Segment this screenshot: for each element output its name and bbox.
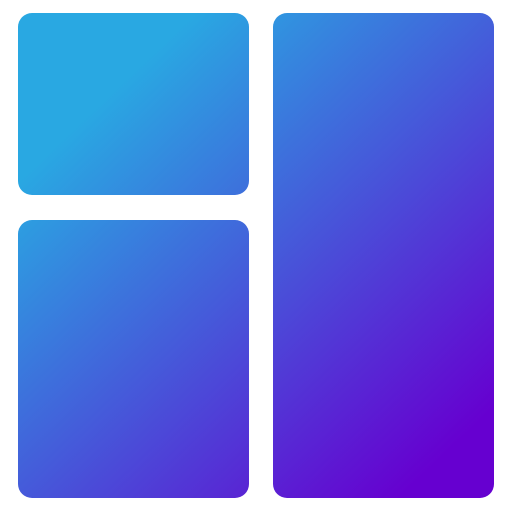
icon-canvas [0,0,512,512]
right-tall-tile [273,13,494,498]
top-left-tile [18,13,249,195]
dashboard-layout-icon [18,13,494,498]
bottom-left-tile [18,220,249,498]
